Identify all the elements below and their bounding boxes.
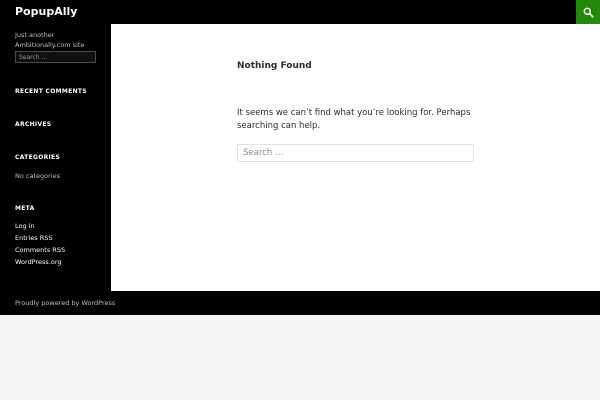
meta-link-entries-rss[interactable]: Entries RSS xyxy=(15,233,52,243)
footer-credit-link[interactable]: Proudly powered by WordPress xyxy=(15,298,115,308)
site-footer: Proudly powered by WordPress xyxy=(0,291,600,315)
sidebar: Just another Ambitionally.com site RECEN… xyxy=(0,24,111,291)
meta-heading: META xyxy=(15,205,35,212)
meta-link-comments-rss[interactable]: Comments RSS xyxy=(15,245,65,255)
main-content: Nothing Found It seems we can’t find wha… xyxy=(111,24,600,291)
archives-heading: ARCHIVES xyxy=(15,121,52,128)
site-header: PopupAlly xyxy=(0,0,600,24)
recent-comments-heading: RECENT COMMENTS xyxy=(15,88,87,95)
not-found-message: It seems we can’t find what you’re looki… xyxy=(237,108,471,131)
main-search-input[interactable] xyxy=(237,144,474,162)
categories-empty-text: No categories xyxy=(15,172,60,180)
search-icon xyxy=(583,7,594,18)
search-toggle-button[interactable] xyxy=(576,0,600,24)
sidebar-search-input[interactable] xyxy=(15,51,96,63)
site-title-link[interactable]: PopupAlly xyxy=(15,5,77,19)
page-title: Nothing Found xyxy=(237,61,312,71)
meta-link-log-in[interactable]: Log in xyxy=(15,221,35,231)
meta-link-wordpress-org[interactable]: WordPress.org xyxy=(15,257,62,267)
site-tagline: Just another Ambitionally.com site xyxy=(15,31,85,49)
categories-heading: CATEGORIES xyxy=(15,154,61,161)
